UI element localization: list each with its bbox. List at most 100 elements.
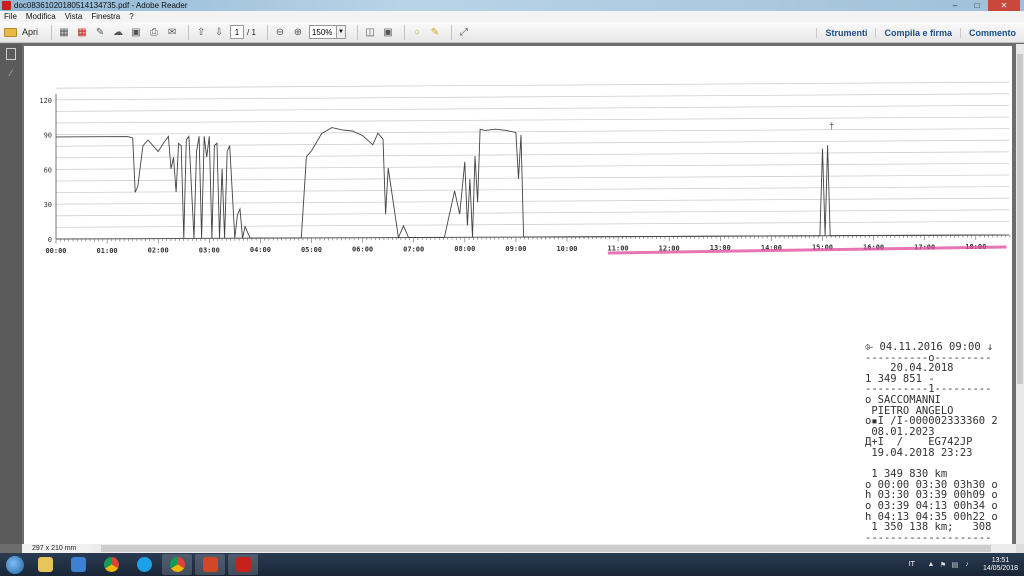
zoom-dropdown-icon[interactable]: ▼ xyxy=(336,25,346,39)
menu-modifica[interactable]: Modifica xyxy=(26,12,56,21)
save-icon[interactable]: ▣ xyxy=(129,25,143,39)
expand-icon[interactable]: ⤢ xyxy=(457,25,471,39)
maximize-button[interactable]: □ xyxy=(966,0,988,11)
cloud-icon[interactable]: ☁ xyxy=(111,25,125,39)
menu-help[interactable]: ? xyxy=(129,12,133,21)
clock[interactable]: 13:51 14/05/2018 xyxy=(983,557,1018,573)
scroll-corner xyxy=(1016,544,1024,553)
print-icon[interactable]: ⎙ xyxy=(147,25,161,39)
menu-vista[interactable]: Vista xyxy=(65,12,83,21)
windows-logo-icon xyxy=(6,555,24,574)
next-page-icon[interactable]: ⇩ xyxy=(212,25,226,39)
horizontal-scroll-thumb[interactable] xyxy=(101,545,991,552)
receipt-line: ⌱ 04.11.2016 09:00 ↓ xyxy=(865,341,994,353)
menu-file[interactable]: File xyxy=(4,12,17,21)
taskbar-adobe-reader[interactable] xyxy=(228,554,258,575)
toolbar-divider xyxy=(266,24,268,40)
fit-page-icon[interactable]: ◫ xyxy=(363,25,377,39)
show-hidden-icons-icon[interactable]: ▲ xyxy=(927,561,935,569)
folder-icon xyxy=(37,557,53,572)
x-tick-label: 03:00 xyxy=(199,246,220,254)
menu-finestra[interactable]: Finestra xyxy=(91,12,120,21)
start-button[interactable] xyxy=(0,553,30,576)
volume-icon[interactable]: ♪ xyxy=(963,561,971,569)
gridline xyxy=(55,128,1010,135)
zoom-in-icon[interactable]: ⊕ xyxy=(291,25,305,39)
close-button[interactable]: ✕ xyxy=(988,0,1020,11)
window-title: doc08361020180514134735.pdf - Adobe Read… xyxy=(14,1,188,10)
document-area[interactable]: 120 90 60 30 0 00:00 01:00 02:00 03:00 04:00 05:00… xyxy=(22,44,1016,544)
fit-width-icon[interactable]: ▣ xyxy=(381,25,395,39)
x-tick-label: 05:00 xyxy=(301,246,322,254)
open-label: Apri xyxy=(22,27,39,37)
taskbar-chrome[interactable] xyxy=(96,554,126,575)
gridline xyxy=(55,186,1010,193)
gridline xyxy=(55,93,1010,101)
gridline xyxy=(55,209,1010,217)
gridline xyxy=(55,174,1010,182)
toolbar: Apri ▦ ▦ ✎ ☁ ▣ ⎙ ✉ ⇧ ⇩ 1 / 1 ⊖ ⊕ 150% ▼ … xyxy=(0,22,1024,43)
taskbar-explorer[interactable] xyxy=(30,554,60,575)
taskbar-ie[interactable] xyxy=(129,554,159,575)
toolbar-divider xyxy=(188,24,190,40)
page-thumbnails-icon[interactable] xyxy=(6,48,16,60)
navigation-panel: ∕ xyxy=(0,44,22,544)
pin-marker: † xyxy=(829,121,834,131)
network-icon[interactable]: ▤ xyxy=(951,561,959,569)
flag-icon[interactable]: ⚑ xyxy=(939,561,947,569)
window-controls: – □ ✕ xyxy=(944,0,1020,11)
y-tick-label: 90 xyxy=(44,132,52,140)
adobe-reader-icon xyxy=(235,557,251,572)
create-pdf-icon[interactable]: ▦ xyxy=(57,25,71,39)
vertical-scrollbar[interactable] xyxy=(1016,44,1024,544)
toolbar-divider xyxy=(356,24,358,40)
receipt-line: o SACCOMANNI xyxy=(865,393,941,406)
gridline xyxy=(55,105,1010,112)
pdf-page: 120 90 60 30 0 00:00 01:00 02:00 03:00 04:00 05:00… xyxy=(24,46,1012,544)
page-number-input[interactable]: 1 xyxy=(230,25,245,39)
fill-sign-link[interactable]: Compila e firma xyxy=(875,27,960,38)
y-tick-label: 60 xyxy=(44,166,52,174)
x-tick-label: 06:00 xyxy=(352,246,373,254)
gridline xyxy=(55,81,1010,89)
clock-time: 13:51 xyxy=(991,556,1010,564)
minimize-button[interactable]: – xyxy=(944,0,966,11)
receipt-line: 19.04.2018 23:23 xyxy=(865,446,973,459)
taskbar-media[interactable] xyxy=(63,554,93,575)
gridline xyxy=(55,197,1010,205)
taskbar-powerpoint[interactable] xyxy=(195,554,225,575)
comment-bubble-icon[interactable]: ○ xyxy=(410,25,424,39)
vertical-scroll-thumb[interactable] xyxy=(1017,54,1023,384)
language-indicator[interactable]: IT xyxy=(909,561,915,568)
page-total: / 1 xyxy=(247,27,256,37)
taskbar-chrome-active[interactable] xyxy=(162,554,192,575)
chrome-icon xyxy=(169,557,185,572)
title-bar: doc08361020180514134735.pdf - Adobe Read… xyxy=(0,0,1024,11)
zoom-out-icon[interactable]: ⊖ xyxy=(273,25,287,39)
speed-chart: 120 90 60 30 0 00:00 01:00 02:00 03:00 04:00 05:00… xyxy=(39,81,1011,255)
system-tray: IT ▲ ⚑ ▤ ♪ 13:51 14/05/2018 xyxy=(909,553,1018,576)
tools-link[interactable]: Strumenti xyxy=(816,27,875,38)
email-icon[interactable]: ✉ xyxy=(165,25,179,39)
chrome-icon xyxy=(103,557,119,572)
edit-icon[interactable]: ✎ xyxy=(93,25,107,39)
gridline xyxy=(55,151,1010,159)
export-pdf-icon[interactable]: ▦ xyxy=(75,25,89,39)
gridline xyxy=(55,163,1010,170)
zoom-input[interactable]: 150% xyxy=(308,25,337,39)
x-tick-label: 10:00 xyxy=(556,245,577,253)
toolbar-divider xyxy=(51,24,53,40)
x-tick-label: 00:00 xyxy=(45,247,66,255)
highlight-icon[interactable]: ✎ xyxy=(428,25,442,39)
x-tick-label: 09:00 xyxy=(505,245,526,253)
horizontal-scrollbar[interactable] xyxy=(91,544,1016,553)
toolbar-right-links: Strumenti Compila e firma Commento xyxy=(816,22,1024,43)
powerpoint-icon xyxy=(202,557,218,572)
open-button[interactable]: Apri xyxy=(4,27,38,37)
attachment-icon[interactable]: ∕ xyxy=(6,68,16,78)
prev-page-icon[interactable]: ⇧ xyxy=(194,25,208,39)
page-size-label: 297 x 210 mm xyxy=(22,544,91,553)
y-tick-label: 0 xyxy=(48,236,52,244)
speed-trace xyxy=(55,127,1002,240)
comment-link[interactable]: Commento xyxy=(960,27,1024,38)
